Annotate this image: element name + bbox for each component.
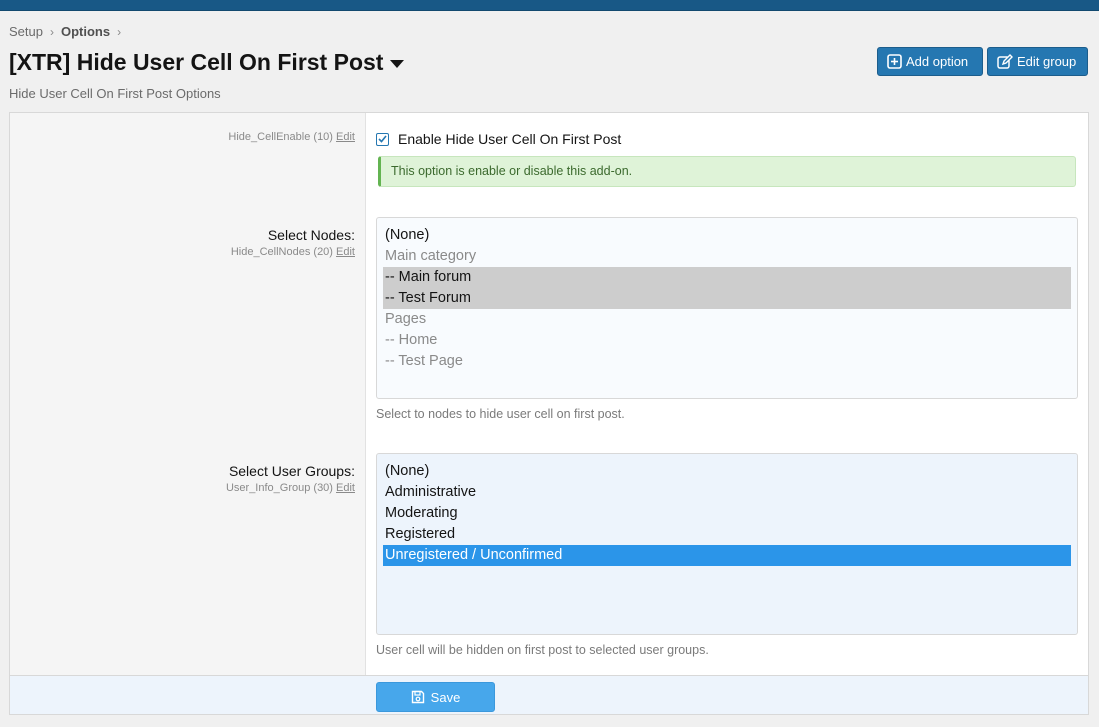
groups-option-unregistered[interactable]: Unregistered / Unconfirmed xyxy=(383,545,1071,566)
nodes-select[interactable]: (None) Main category -- Main forum -- Te… xyxy=(376,217,1078,399)
groups-option-registered[interactable]: Registered xyxy=(383,524,1071,545)
nodes-option-pages[interactable]: Pages xyxy=(383,309,1071,330)
nodes-option-home[interactable]: -- Home xyxy=(383,330,1071,351)
groups-option-id: User_Info_Group (30) xyxy=(225,482,333,494)
groups-option-label: Select User Groups: User_Info_Group (30)… xyxy=(226,463,355,494)
user-groups-select[interactable]: (None) Administrative Moderating Registe… xyxy=(376,453,1078,635)
label-column xyxy=(10,113,366,675)
nodes-option-test-forum[interactable]: -- Test Forum xyxy=(383,288,1071,309)
nodes-option-main-category[interactable]: Main category xyxy=(383,246,1071,267)
enable-option-hint: Hide_CellEnable (10) Edit xyxy=(228,131,355,143)
save-label: Save xyxy=(430,689,461,705)
groups-label: Select User Groups: xyxy=(228,463,355,479)
options-panel: Hide_CellEnable (10) Edit Enable Hide Us… xyxy=(9,112,1089,715)
nodes-option-main-forum[interactable]: -- Main forum xyxy=(383,267,1071,288)
edit-icon xyxy=(997,54,1013,69)
breadcrumb: Setup › Options › xyxy=(9,24,128,39)
page-title-text: [XTR] Hide User Cell On First Post xyxy=(9,49,384,75)
nodes-option-edit-link[interactable]: Edit xyxy=(336,246,355,258)
nodes-option-id: Hide_CellNodes (20) xyxy=(230,246,333,258)
enable-checkbox-label: Enable Hide User Cell On First Post xyxy=(398,131,622,147)
groups-option-none[interactable]: (None) xyxy=(383,461,1071,482)
add-option-label: Add option xyxy=(906,54,969,69)
nodes-option-hint: Hide_CellNodes (20) Edit xyxy=(231,246,355,258)
nodes-option-test-page[interactable]: -- Test Page xyxy=(383,351,1071,372)
edit-group-button[interactable]: Edit group xyxy=(987,47,1088,76)
nodes-explain: Select to nodes to hide user cell on fir… xyxy=(376,407,625,421)
breadcrumb-setup[interactable]: Setup xyxy=(9,24,43,39)
save-icon xyxy=(411,690,424,704)
nodes-label: Select Nodes: xyxy=(267,227,355,243)
page-description: Hide User Cell On First Post Options xyxy=(9,86,221,101)
nodes-option-label: Select Nodes: Hide_CellNodes (20) Edit xyxy=(231,227,355,258)
enable-explain-notice: This option is enable or disable this ad… xyxy=(378,156,1076,187)
page-title[interactable]: [XTR] Hide User Cell On First Post xyxy=(9,49,405,76)
edit-group-label: Edit group xyxy=(1017,54,1077,69)
top-bar xyxy=(0,0,1099,11)
enable-option-edit-link[interactable]: Edit xyxy=(336,131,355,143)
nodes-option-none[interactable]: (None) xyxy=(383,225,1071,246)
plus-square-icon xyxy=(887,54,902,69)
groups-explain: User cell will be hidden on first post t… xyxy=(376,643,709,657)
check-icon xyxy=(378,135,387,143)
groups-option-moderating[interactable]: Moderating xyxy=(383,503,1071,524)
add-option-button[interactable]: Add option xyxy=(877,47,983,76)
groups-option-administrative[interactable]: Administrative xyxy=(383,482,1071,503)
chevron-right-icon: › xyxy=(49,24,54,39)
form-footer: Save xyxy=(10,675,1088,714)
breadcrumb-options[interactable]: Options xyxy=(61,24,110,39)
save-button[interactable]: Save xyxy=(376,682,495,712)
enable-checkbox[interactable] xyxy=(376,132,389,146)
chevron-right-icon: › xyxy=(117,24,122,39)
caret-down-icon[interactable] xyxy=(390,60,405,68)
enable-option-id: Hide_CellEnable (10) xyxy=(228,131,333,143)
enable-checkbox-row[interactable]: Enable Hide User Cell On First Post xyxy=(376,131,621,147)
groups-option-hint: User_Info_Group (30) Edit xyxy=(226,482,355,494)
groups-option-edit-link[interactable]: Edit xyxy=(336,482,355,494)
